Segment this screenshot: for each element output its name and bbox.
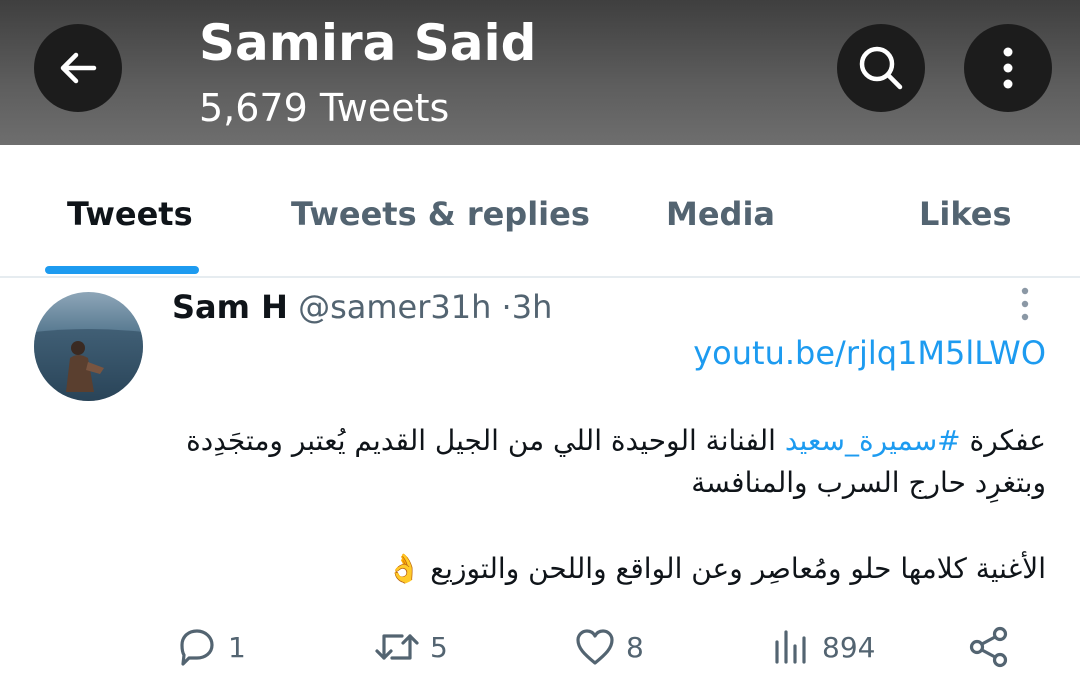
- tweet-count: 5,679 Tweets: [199, 86, 450, 130]
- tweet-more-button[interactable]: [1010, 284, 1040, 324]
- bar-chart-icon: [775, 630, 806, 664]
- heart-icon: [576, 629, 614, 665]
- more-vertical-icon: [1021, 287, 1029, 321]
- more-options-button[interactable]: [964, 24, 1052, 112]
- reply-button[interactable]: 1: [174, 622, 246, 672]
- tab-media[interactable]: Media: [666, 195, 775, 233]
- retweet-button[interactable]: 5: [372, 622, 448, 672]
- views-button[interactable]: 894: [770, 622, 875, 672]
- tab-tweets[interactable]: Tweets: [67, 195, 193, 233]
- tab-likes[interactable]: Likes: [919, 195, 1012, 233]
- share-icon: [969, 626, 1008, 668]
- views-count: 894: [822, 630, 876, 664]
- arrow-left-icon: [60, 52, 97, 84]
- reply-icon: [180, 629, 214, 666]
- like-button[interactable]: 8: [572, 622, 644, 672]
- profile-header: Samira Said 5,679 Tweets: [0, 0, 1080, 145]
- tweet-text-part: عفكرة: [960, 424, 1046, 457]
- search-button[interactable]: [837, 24, 925, 112]
- reply-count: 1: [228, 630, 246, 664]
- tweet-link[interactable]: youtu.be/rjlq1M5lLWO: [693, 334, 1046, 372]
- tweet-header: Sam H @samer31h ·3h: [172, 288, 552, 326]
- retweet-icon: [375, 634, 419, 660]
- tweet-separator: ·: [501, 288, 512, 326]
- back-button[interactable]: [34, 24, 122, 112]
- profile-tabs: Tweets Tweets & replies Media Likes: [0, 145, 1080, 278]
- share-button[interactable]: [966, 622, 1012, 672]
- hashtag-link[interactable]: #سميرة_سعيد: [785, 424, 961, 457]
- tweet-time[interactable]: 3h: [512, 288, 553, 326]
- active-tab-indicator: [45, 266, 199, 274]
- retweet-count: 5: [430, 630, 448, 664]
- tab-tweets-replies[interactable]: Tweets & replies: [291, 195, 590, 233]
- tweet-text-paragraph: الأغنية كلامها حلو ومُعاصِر وعن الواقع و…: [386, 552, 1046, 585]
- search-icon: [859, 46, 903, 90]
- more-vertical-icon: [1003, 47, 1013, 89]
- avatar[interactable]: [34, 292, 143, 401]
- like-count: 8: [626, 630, 644, 664]
- tweet-author-name[interactable]: Sam H: [172, 288, 288, 326]
- tweet-author-handle[interactable]: @samer31h: [298, 288, 491, 326]
- profile-name: Samira Said: [199, 14, 537, 72]
- tweet-text: عفكرة #سميرة_سعيد الفنانة الوحيدة اللي م…: [150, 420, 1046, 504]
